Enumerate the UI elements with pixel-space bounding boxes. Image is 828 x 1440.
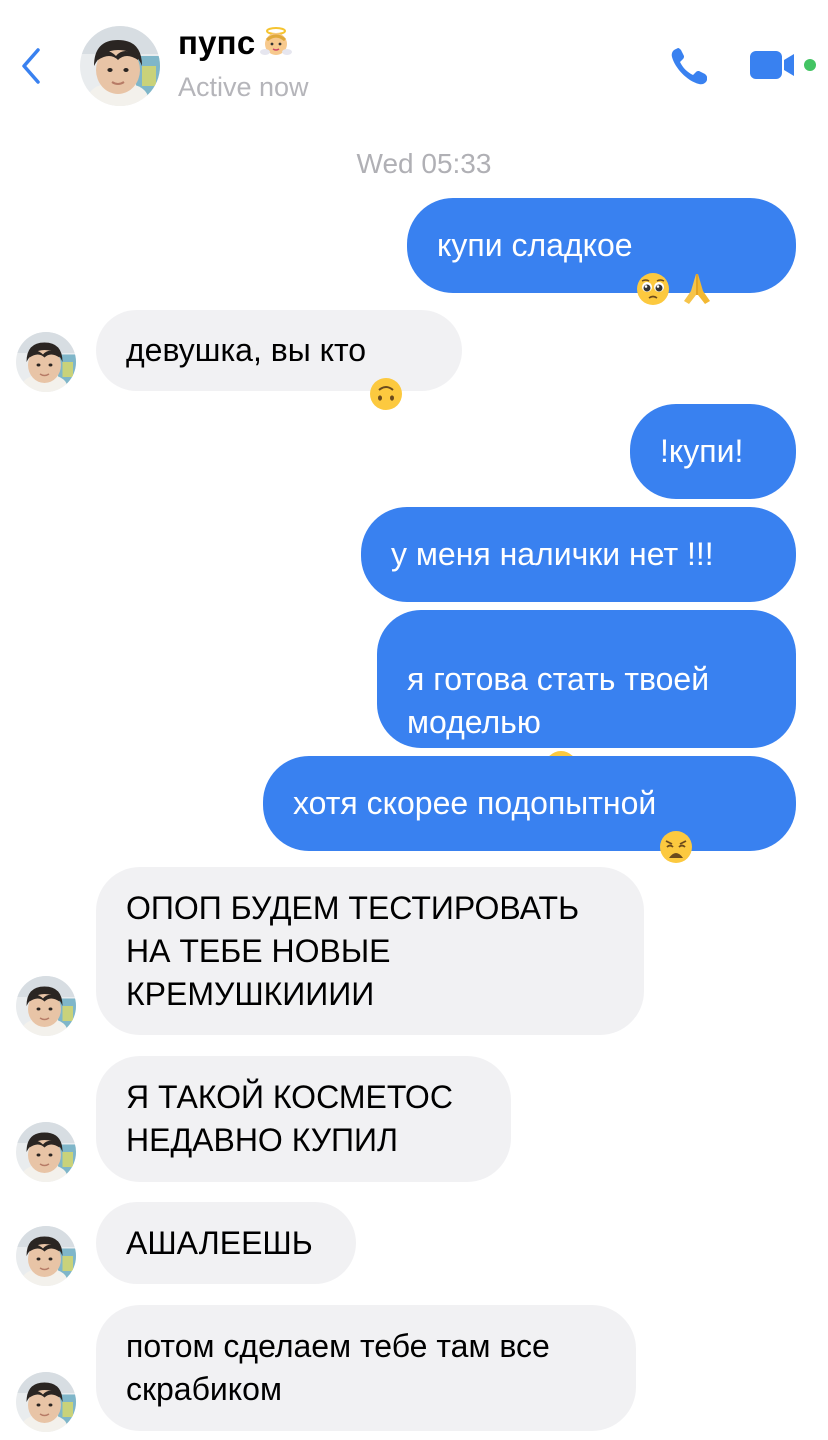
chevron-left-icon — [22, 48, 40, 84]
message-text: !купи! — [660, 433, 744, 469]
active-status: Active now — [178, 72, 309, 102]
conversation-timestamp: Wed 05:33 — [356, 148, 492, 179]
contact-name-text: пупс — [178, 24, 256, 61]
message-bubble-outgoing[interactable]: я готова стать твоей моделью — [377, 610, 796, 784]
contact-avatar[interactable] — [80, 26, 160, 106]
message-text: ОПОП БУДЕМ ТЕСТИРОВАТЬ НА ТЕБЕ НОВЫЕ КРЕ… — [126, 889, 580, 1012]
message-text: девушка, вы кто — [126, 332, 367, 368]
message-bubble-outgoing[interactable]: купи сладкое — [407, 198, 796, 305]
upside-down-face-emoji-icon — [368, 333, 404, 410]
message-text: у меня налички нет !!! — [391, 536, 714, 572]
chat-header: пупс Active now — [0, 0, 828, 130]
video-call-button[interactable] — [748, 48, 798, 82]
message-bubble-outgoing[interactable]: у меня налички нет !!! — [361, 507, 796, 602]
sneezing-face-emoji-icon — [543, 706, 579, 784]
message-bubble-incoming[interactable]: Я ТАКОЙ КОСМЕТОС НЕДАВНО КУПИЛ — [96, 1056, 511, 1182]
sender-avatar[interactable] — [16, 976, 76, 1036]
message-bubble-incoming[interactable]: потом сделаем тебе там все скрабиком — [96, 1305, 636, 1431]
message-text: хотя скорее подопытной — [293, 785, 657, 821]
message-bubble-incoming[interactable]: АШАЛЕЕШЬ — [96, 1202, 356, 1284]
online-indicator — [804, 59, 816, 71]
message-bubble-outgoing[interactable]: хотя скорее подопытной — [263, 756, 796, 863]
weary-face-emoji-icon — [658, 786, 694, 863]
message-bubble-outgoing[interactable]: !купи! — [630, 404, 796, 499]
message-text: потом сделаем тебе там все скрабиком — [126, 1328, 550, 1407]
video-camera-icon — [750, 51, 794, 79]
pleading-face-emoji-icon — [635, 228, 671, 305]
message-bubble-incoming[interactable]: ОПОП БУДЕМ ТЕСТИРОВАТЬ НА ТЕБЕ НОВЫЕ КРЕ… — [96, 867, 644, 1035]
contact-name[interactable]: пупс — [178, 24, 293, 62]
sender-avatar[interactable] — [16, 1122, 76, 1182]
message-bubble-incoming[interactable]: девушка, вы кто — [96, 310, 462, 410]
message-text: Я ТАКОЙ КОСМЕТОС НЕДАВНО КУПИЛ — [126, 1079, 453, 1158]
voice-call-button[interactable] — [668, 44, 712, 88]
message-text: купи сладкое — [437, 227, 633, 263]
phone-icon — [671, 48, 707, 85]
baby-angel-emoji-icon — [259, 26, 293, 60]
sender-avatar[interactable] — [16, 332, 76, 392]
sender-avatar[interactable] — [16, 1372, 76, 1432]
folded-hands-emoji-icon — [679, 228, 715, 304]
sender-avatar[interactable] — [16, 1226, 76, 1286]
back-button[interactable] — [14, 44, 48, 88]
message-text: АШАЛЕЕШЬ — [126, 1224, 313, 1261]
